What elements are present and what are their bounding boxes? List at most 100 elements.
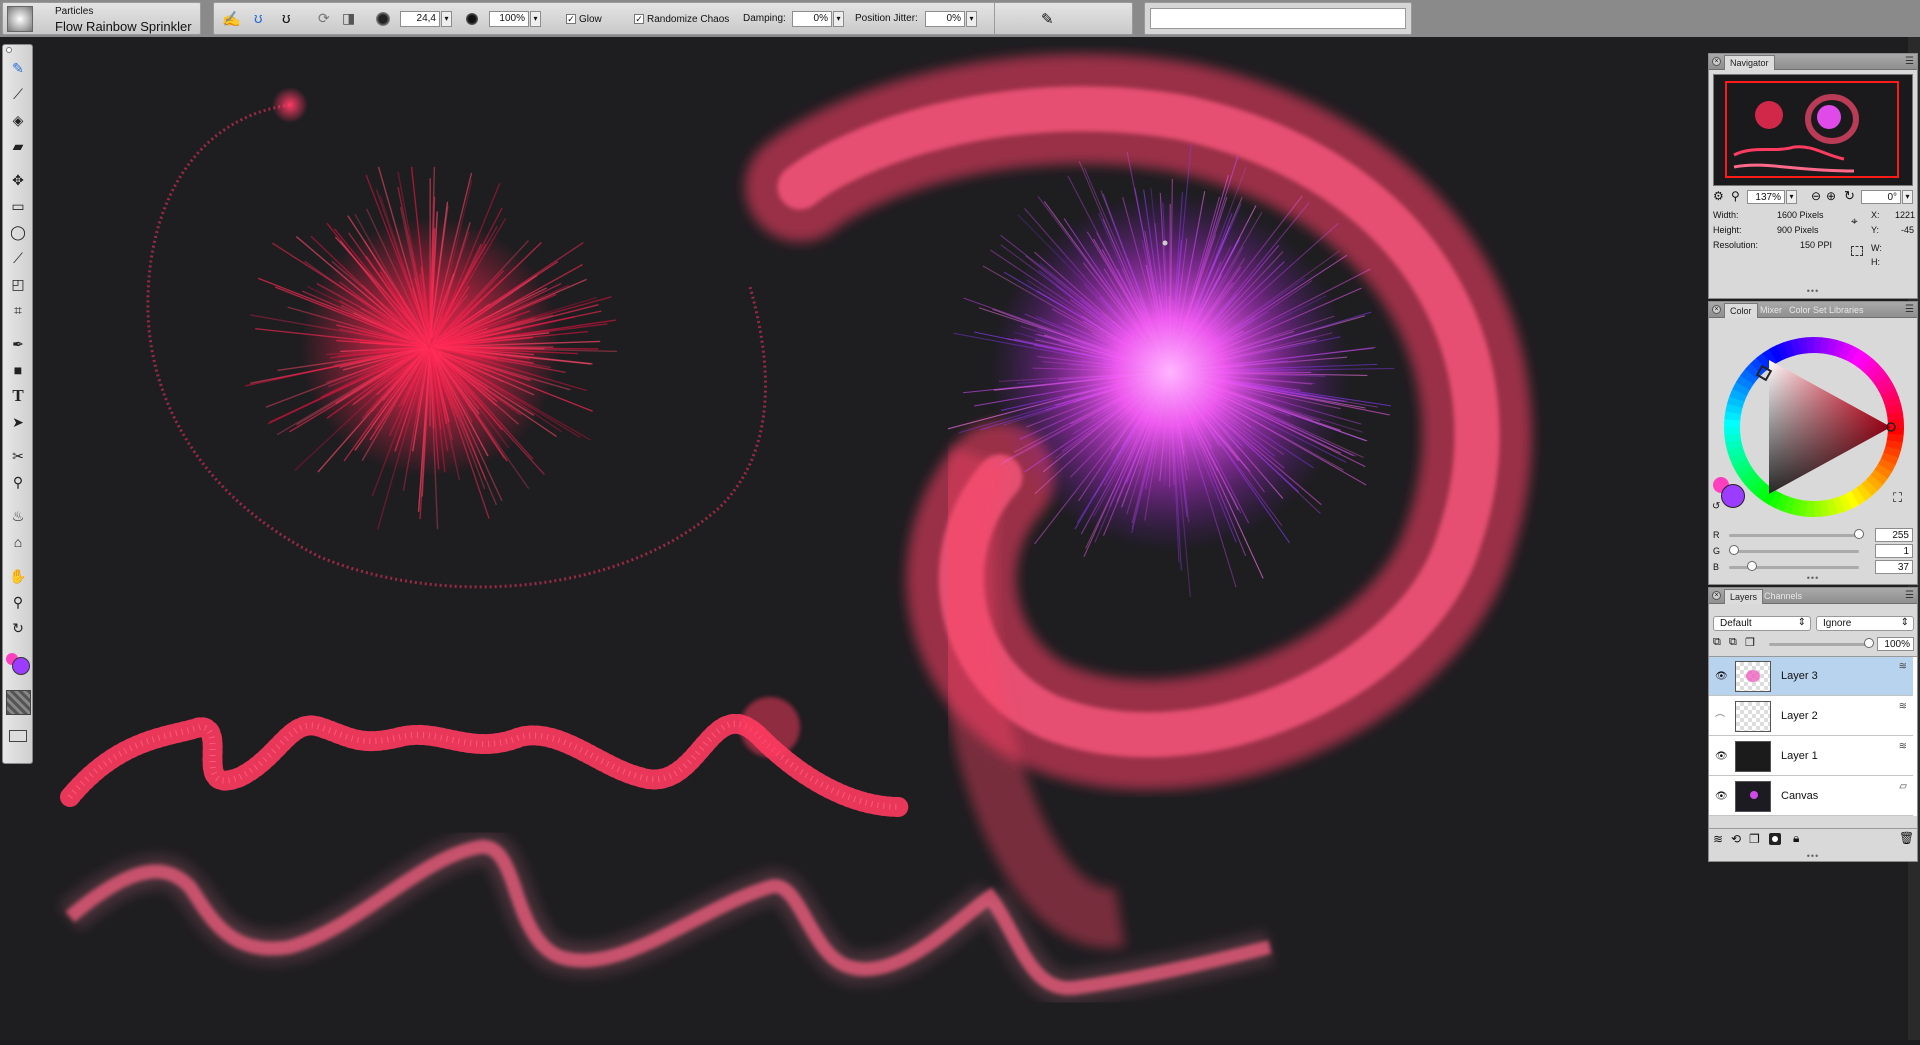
- r-slider-track[interactable]: [1729, 534, 1859, 537]
- navigator-menu-icon[interactable]: ☰: [1905, 56, 1914, 67]
- glow-checkbox[interactable]: ✓: [566, 14, 576, 24]
- r-field[interactable]: 255: [1875, 528, 1913, 542]
- layer-opacity-knob[interactable]: [1864, 638, 1874, 648]
- brush-ghost-icon[interactable]: ⟳: [318, 10, 330, 27]
- tab-navigator[interactable]: Navigator: [1724, 55, 1775, 70]
- brush-selector[interactable]: Particles Flow Rainbow Sprinkler: [2, 2, 201, 35]
- navigator-zoom-icon[interactable]: ⚲: [1731, 189, 1740, 203]
- tab-layers[interactable]: Layers: [1724, 589, 1763, 604]
- text-tool-icon[interactable]: T: [6, 385, 30, 407]
- zoom-in-icon[interactable]: ⊕: [1826, 189, 1836, 203]
- color-menu-icon[interactable]: ☰: [1905, 304, 1914, 315]
- layers-close-icon[interactable]: ×: [1712, 591, 1721, 600]
- g-slider-track[interactable]: [1729, 550, 1859, 553]
- navigator-zoom-dropdown[interactable]: ▾: [1786, 190, 1797, 204]
- rotate-icon[interactable]: ↻: [1844, 188, 1855, 204]
- size-dropdown-arrow[interactable]: ▾: [441, 11, 452, 27]
- layer-adjuster-tool-icon[interactable]: ✥: [6, 169, 30, 191]
- lock-icon[interactable]: 🔒︎: [1793, 831, 1799, 846]
- rotate-page-tool-icon[interactable]: ↻: [6, 617, 30, 639]
- brush-reset-icon[interactable]: ✍: [222, 10, 241, 28]
- new-layer-icon[interactable]: ❐: [1749, 832, 1760, 846]
- shape-selection-tool-icon[interactable]: ➤: [6, 411, 30, 433]
- navigator-zoom-field[interactable]: 137%: [1747, 190, 1785, 204]
- g-slider-knob[interactable]: [1729, 545, 1739, 555]
- rectangle-shape-tool-icon[interactable]: ■: [6, 359, 30, 381]
- lock-layer-icon[interactable]: ❐: [1745, 636, 1755, 649]
- layer-attributes-icon[interactable]: ≋: [1713, 832, 1723, 846]
- dodge-tool-icon[interactable]: ♨: [6, 505, 30, 527]
- g-field[interactable]: 1: [1875, 544, 1913, 558]
- navigator-close-icon[interactable]: ×: [1712, 57, 1721, 66]
- position-jitter-dropdown-arrow[interactable]: ▾: [966, 11, 977, 27]
- layer-row-layer-2[interactable]: ⌒ Layer 2 ≋: [1709, 697, 1913, 736]
- r-slider-knob[interactable]: [1854, 529, 1864, 539]
- layers-resize-grip[interactable]: •••: [1807, 851, 1819, 861]
- stroke-straight-icon[interactable]: ʊ: [282, 10, 291, 27]
- transform-tool-icon[interactable]: ◰: [6, 273, 30, 295]
- color-close-icon[interactable]: ×: [1712, 305, 1721, 314]
- layer-opacity-slider[interactable]: [1769, 643, 1869, 646]
- preserve-transparency-icon[interactable]: ⧉: [1713, 636, 1721, 649]
- dynamic-plugins-icon[interactable]: ⟲: [1731, 832, 1741, 846]
- toolbox-close-icon[interactable]: [6, 47, 12, 53]
- pick-up-underlying-icon[interactable]: ⧉: [1729, 636, 1737, 649]
- damping-field[interactable]: 0%: [792, 11, 832, 27]
- navigator-resize-grip[interactable]: •••: [1807, 286, 1819, 296]
- position-jitter-field[interactable]: 0%: [925, 11, 965, 27]
- layer-mask-icon[interactable]: [1769, 833, 1781, 845]
- eraser-tool-icon[interactable]: ▰: [6, 135, 30, 157]
- dropper-tool-icon[interactable]: ⟋: [6, 83, 30, 105]
- composite-method-select[interactable]: Default⇕: [1713, 616, 1811, 631]
- damping-dropdown-arrow[interactable]: ▾: [833, 11, 844, 27]
- navigator-preview[interactable]: [1713, 74, 1913, 186]
- mirror-icon[interactable]: ◨: [342, 10, 355, 27]
- composite-depth-select[interactable]: Ignore⇕: [1816, 616, 1914, 631]
- brush-tracking-icon[interactable]: ✎: [1041, 10, 1054, 28]
- eye-closed-icon[interactable]: ⌒: [1715, 711, 1725, 726]
- grabber-tool-icon[interactable]: ✋: [6, 565, 30, 587]
- trash-icon[interactable]: 🗑︎: [1899, 831, 1914, 845]
- color-resize-grip[interactable]: •••: [1807, 573, 1819, 583]
- screen-mode-icon[interactable]: [9, 730, 27, 742]
- opacity-field[interactable]: 100%: [489, 11, 529, 27]
- eye-icon[interactable]: 👁: [1715, 791, 1728, 802]
- eye-icon[interactable]: 👁: [1715, 751, 1728, 762]
- tab-color-set-libraries[interactable]: Color Set Libraries: [1784, 303, 1869, 318]
- rectangular-selection-tool-icon[interactable]: ▭: [6, 195, 30, 217]
- tab-color[interactable]: Color: [1724, 303, 1758, 318]
- color-wheel[interactable]: [1719, 332, 1909, 522]
- lasso-tool-icon[interactable]: ◯: [6, 221, 30, 243]
- layer-row-canvas[interactable]: 👁 Canvas ▱: [1709, 777, 1913, 816]
- crop-tool-icon[interactable]: ⌗: [6, 299, 30, 321]
- navigator-settings-icon[interactable]: ⚙: [1713, 189, 1724, 203]
- magic-wand-tool-icon[interactable]: ⟋: [6, 247, 30, 269]
- layer-row-layer-3[interactable]: 👁 Layer 3 ≋: [1709, 657, 1913, 696]
- paint-bucket-tool-icon[interactable]: ◈: [6, 109, 30, 131]
- cloner-tool-icon[interactable]: ✂: [6, 445, 30, 467]
- b-slider-knob[interactable]: [1747, 561, 1757, 571]
- color-main-swatch[interactable]: [1721, 484, 1745, 508]
- tab-mixer[interactable]: Mixer: [1755, 303, 1787, 318]
- paper-swatch[interactable]: [6, 690, 31, 715]
- pen-tool-icon[interactable]: ✒: [6, 333, 30, 355]
- swap-colors-icon[interactable]: ↺: [1712, 501, 1720, 512]
- color-stamp-icon[interactable]: ⛶: [1893, 490, 1902, 506]
- size-field[interactable]: 24,4: [400, 11, 440, 27]
- brush-search-input[interactable]: [1150, 8, 1406, 29]
- rotation-dropdown[interactable]: ▾: [1902, 190, 1913, 204]
- burn-tool-icon[interactable]: ⌂: [6, 531, 30, 553]
- drawing-canvas[interactable]: [0, 37, 1920, 1040]
- layer-opacity-field[interactable]: 100%: [1877, 637, 1914, 651]
- brush-tool-icon[interactable]: ✎: [6, 57, 30, 79]
- opacity-dropdown-arrow[interactable]: ▾: [530, 11, 541, 27]
- eye-icon[interactable]: 👁: [1715, 671, 1728, 682]
- tab-channels[interactable]: Channels: [1759, 589, 1807, 604]
- rubber-stamp-tool-icon[interactable]: ⚲: [6, 471, 30, 493]
- rotation-field[interactable]: 0°: [1861, 190, 1901, 204]
- main-color-swatch[interactable]: [12, 657, 30, 675]
- magnifier-tool-icon[interactable]: ⚲: [6, 591, 30, 613]
- layers-menu-icon[interactable]: ☰: [1905, 590, 1914, 601]
- zoom-out-icon[interactable]: ⊖: [1811, 189, 1821, 203]
- randomize-chaos-checkbox[interactable]: ✓: [634, 14, 644, 24]
